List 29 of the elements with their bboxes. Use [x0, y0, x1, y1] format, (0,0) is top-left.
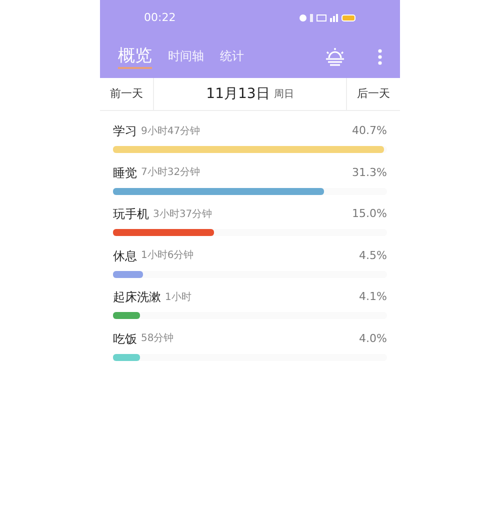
activity-percent: 4.1% — [359, 289, 387, 305]
activity-percent: 4.0% — [359, 330, 387, 346]
more-icon[interactable] — [378, 49, 382, 65]
activity-name: 休息 — [113, 248, 137, 265]
weekday-label: 周日 — [274, 88, 294, 102]
activity-percent: 4.5% — [359, 248, 387, 264]
activity-percent: 40.7% — [352, 123, 387, 139]
activity-duration: 9小时47分钟 — [141, 124, 200, 139]
activity-name: 玩手机 — [113, 206, 149, 224]
tab[interactable]: 时间轴 — [168, 47, 204, 67]
status-time: 00:22 — [144, 10, 176, 26]
activity-name: 学习 — [113, 123, 137, 140]
activity-duration: 3小时37分钟 — [153, 208, 212, 222]
date-label: 11月13日 — [206, 84, 270, 104]
activity-name: 吃饭 — [113, 330, 137, 348]
activity-duration: 7小时32分钟 — [141, 166, 200, 180]
tab[interactable]: 概览 — [118, 45, 152, 69]
status-icons — [298, 13, 356, 23]
activity-percent: 31.3% — [352, 164, 387, 180]
activity-name: 起床洗漱 — [113, 289, 161, 306]
activity-duration: 58分钟 — [141, 332, 174, 346]
sunrise-icon[interactable] — [324, 47, 346, 67]
next-day-button[interactable]: 后一天 — [346, 78, 400, 110]
activity-duration: 1小时6分钟 — [141, 248, 194, 264]
activity-percent: 15.0% — [352, 206, 387, 222]
activity-duration: 1小时 — [165, 290, 192, 305]
tab[interactable]: 统计 — [220, 47, 244, 67]
activity-name: 睡觉 — [113, 164, 137, 182]
previous-day-button[interactable]: 前一天 — [100, 78, 154, 110]
